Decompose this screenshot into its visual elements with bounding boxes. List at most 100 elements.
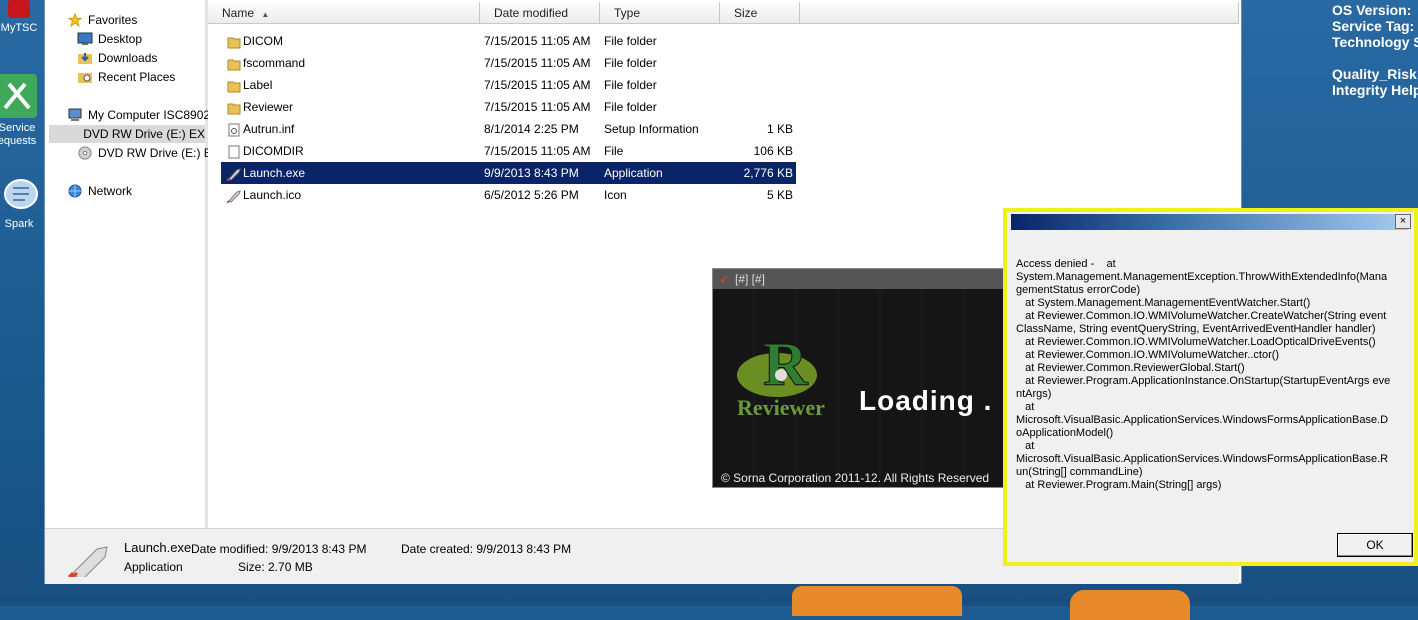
- sysinfo-line: Integrity Help: [1332, 82, 1418, 98]
- sysinfo-line: OS Version:: [1332, 2, 1418, 18]
- file-type: File folder: [604, 30, 657, 52]
- folder-icon: [227, 78, 241, 92]
- file-size: 2,776 KB: [744, 162, 793, 184]
- system-info-overlay: OS Version: Service Tag: Technology S Qu…: [1332, 2, 1418, 98]
- wallpaper-puzzle-piece: [1070, 590, 1190, 620]
- file-date: 7/15/2015 11:05 AM: [484, 140, 591, 162]
- file-type: File: [604, 140, 623, 162]
- file-date: 6/5/2012 5:26 PM: [484, 184, 579, 206]
- nav-recent-places[interactable]: Recent Places: [77, 68, 175, 86]
- computer-icon: [67, 108, 83, 122]
- nav-dvd-drive-selected[interactable]: DVD RW Drive (E:) EX: [49, 125, 205, 143]
- rocket-icon: [67, 543, 111, 577]
- rocket-icon: [227, 188, 241, 202]
- file-date: 7/15/2015 11:05 AM: [484, 74, 591, 96]
- column-header-name[interactable]: Name ▲: [208, 2, 480, 24]
- file-name: Autrun.inf: [243, 118, 294, 140]
- nav-label: Favorites: [88, 11, 137, 29]
- status-date-created: Date created: 9/9/2013 8:43 PM: [401, 542, 571, 556]
- splash-body: R Reviewer Loading . . . © Sorna Corpora…: [713, 289, 1015, 487]
- mytsc-icon: [4, 0, 34, 20]
- nav-label: DVD RW Drive (E:) EX: [98, 144, 220, 162]
- file-date: 9/9/2013 8:43 PM: [484, 162, 579, 184]
- column-label: Date modified: [494, 6, 568, 20]
- file-type: Application: [604, 162, 663, 184]
- file-row[interactable]: fscommand7/15/2015 11:05 AMFile folder: [221, 52, 796, 74]
- file-row[interactable]: Launch.exe 9/9/2013 8:43 PM Application 2,7…: [221, 162, 796, 184]
- desktop-icon: [77, 32, 93, 46]
- column-header-filler: [800, 2, 1239, 24]
- file-type: File folder: [604, 52, 657, 74]
- recent-places-icon: [77, 70, 93, 84]
- desktop-icon-spark[interactable]: Spark: [0, 176, 42, 231]
- sysinfo-line: Service Tag:: [1332, 18, 1418, 34]
- status-size: Size: 2.70 MB: [238, 560, 313, 574]
- file-name: Launch.ico: [243, 184, 301, 206]
- column-label: Size: [734, 6, 757, 20]
- column-label: Name: [222, 6, 254, 20]
- nav-label: DVD RW Drive (E:) EX: [83, 125, 205, 143]
- column-header-type[interactable]: Type: [600, 2, 720, 24]
- file-row[interactable]: Reviewer7/15/2015 11:05 AMFile folder: [221, 96, 796, 118]
- splash-title: [#] [#]: [735, 269, 765, 289]
- reviewer-splash-window: ➶ [#] [#] R Reviewer Loading . . . © Sor…: [712, 268, 1016, 488]
- nav-desktop[interactable]: Desktop: [77, 30, 142, 48]
- nav-network[interactable]: Network: [67, 182, 132, 200]
- dialog-close-button[interactable]: ×: [1395, 214, 1411, 229]
- network-icon: [67, 184, 83, 198]
- column-header-date[interactable]: Date modified: [480, 2, 600, 24]
- file-type: Setup Information: [604, 118, 699, 140]
- error-message: Access denied - at System.Management.Man…: [1016, 258, 1392, 492]
- folder-icon: [227, 56, 241, 70]
- nav-downloads[interactable]: Downloads: [77, 49, 157, 67]
- ok-button[interactable]: OK: [1337, 533, 1413, 557]
- sysinfo-line: [1332, 50, 1418, 66]
- nav-favorites[interactable]: Favorites: [67, 11, 137, 29]
- dvd-drive-icon: [77, 146, 93, 160]
- desktop-icon-label: MyTSC: [1, 22, 38, 34]
- status-type: Application: [124, 560, 183, 574]
- file-row[interactable]: DICOM 7/15/2015 11:05 AM File folder: [221, 30, 796, 52]
- nav-label: Desktop: [98, 30, 142, 48]
- rocket-icon: [227, 166, 241, 180]
- file-date: 7/15/2015 11:05 AM: [484, 30, 591, 52]
- file-type: File folder: [604, 74, 657, 96]
- nav-label: My Computer ISC89020: [88, 106, 217, 124]
- file-date: 7/15/2015 11:05 AM: [484, 96, 591, 118]
- folder-icon: [227, 100, 241, 114]
- sysinfo-line: Technology S: [1332, 34, 1418, 50]
- file-size: 1 KB: [767, 118, 793, 140]
- file-row[interactable]: Label7/15/2015 11:05 AMFile folder: [221, 74, 796, 96]
- file-name: DICOM: [243, 30, 283, 52]
- status-date-modified: Date modified: 9/9/2013 8:43 PM: [191, 542, 366, 556]
- sort-ascending-icon: ▲: [261, 10, 269, 19]
- rocket-icon: ➶: [719, 269, 729, 289]
- desktop-icon-mytsc[interactable]: MyTSC: [0, 0, 42, 35]
- copyright-text: © Sorna Corporation 2011-12. All Rights …: [721, 471, 989, 485]
- desktop-icon-service-requests[interactable]: Service equests: [0, 72, 40, 148]
- splash-titlebar: ➶ [#] [#]: [713, 269, 1015, 289]
- star-icon: [67, 13, 83, 27]
- column-header-size[interactable]: Size: [720, 2, 800, 24]
- nav-dvd-drive[interactable]: DVD RW Drive (E:) EX: [77, 144, 220, 162]
- file-name: Launch.exe: [243, 162, 305, 184]
- column-label: Type: [614, 6, 640, 20]
- file-name: Reviewer: [243, 96, 293, 118]
- chat-bubble-icon: [0, 176, 39, 216]
- dvd-drive-icon: [77, 127, 78, 141]
- svg-text:R: R: [763, 331, 809, 399]
- downloads-folder-icon: [77, 51, 93, 65]
- reviewer-logo-text: Reviewer: [737, 395, 825, 421]
- file-row[interactable]: DICOMDIR7/15/2015 11:05 AMFile106 KB: [221, 140, 796, 162]
- tools-icon: [0, 72, 39, 120]
- file-size: 5 KB: [767, 184, 793, 206]
- file-row[interactable]: Autrun.inf8/1/2014 2:25 PMSetup Informat…: [221, 118, 796, 140]
- nav-label: Recent Places: [98, 68, 175, 86]
- nav-my-computer[interactable]: My Computer ISC89020: [67, 106, 217, 124]
- wallpaper-puzzle-piece: [792, 586, 962, 616]
- file-date: 7/15/2015 11:05 AM: [484, 52, 591, 74]
- file-row[interactable]: Launch.ico6/5/2012 5:26 PMIcon5 KB: [221, 184, 796, 206]
- status-filename: Launch.exe: [124, 540, 191, 555]
- folder-icon: [227, 34, 241, 48]
- desktop-icon-label: Service equests: [0, 122, 36, 147]
